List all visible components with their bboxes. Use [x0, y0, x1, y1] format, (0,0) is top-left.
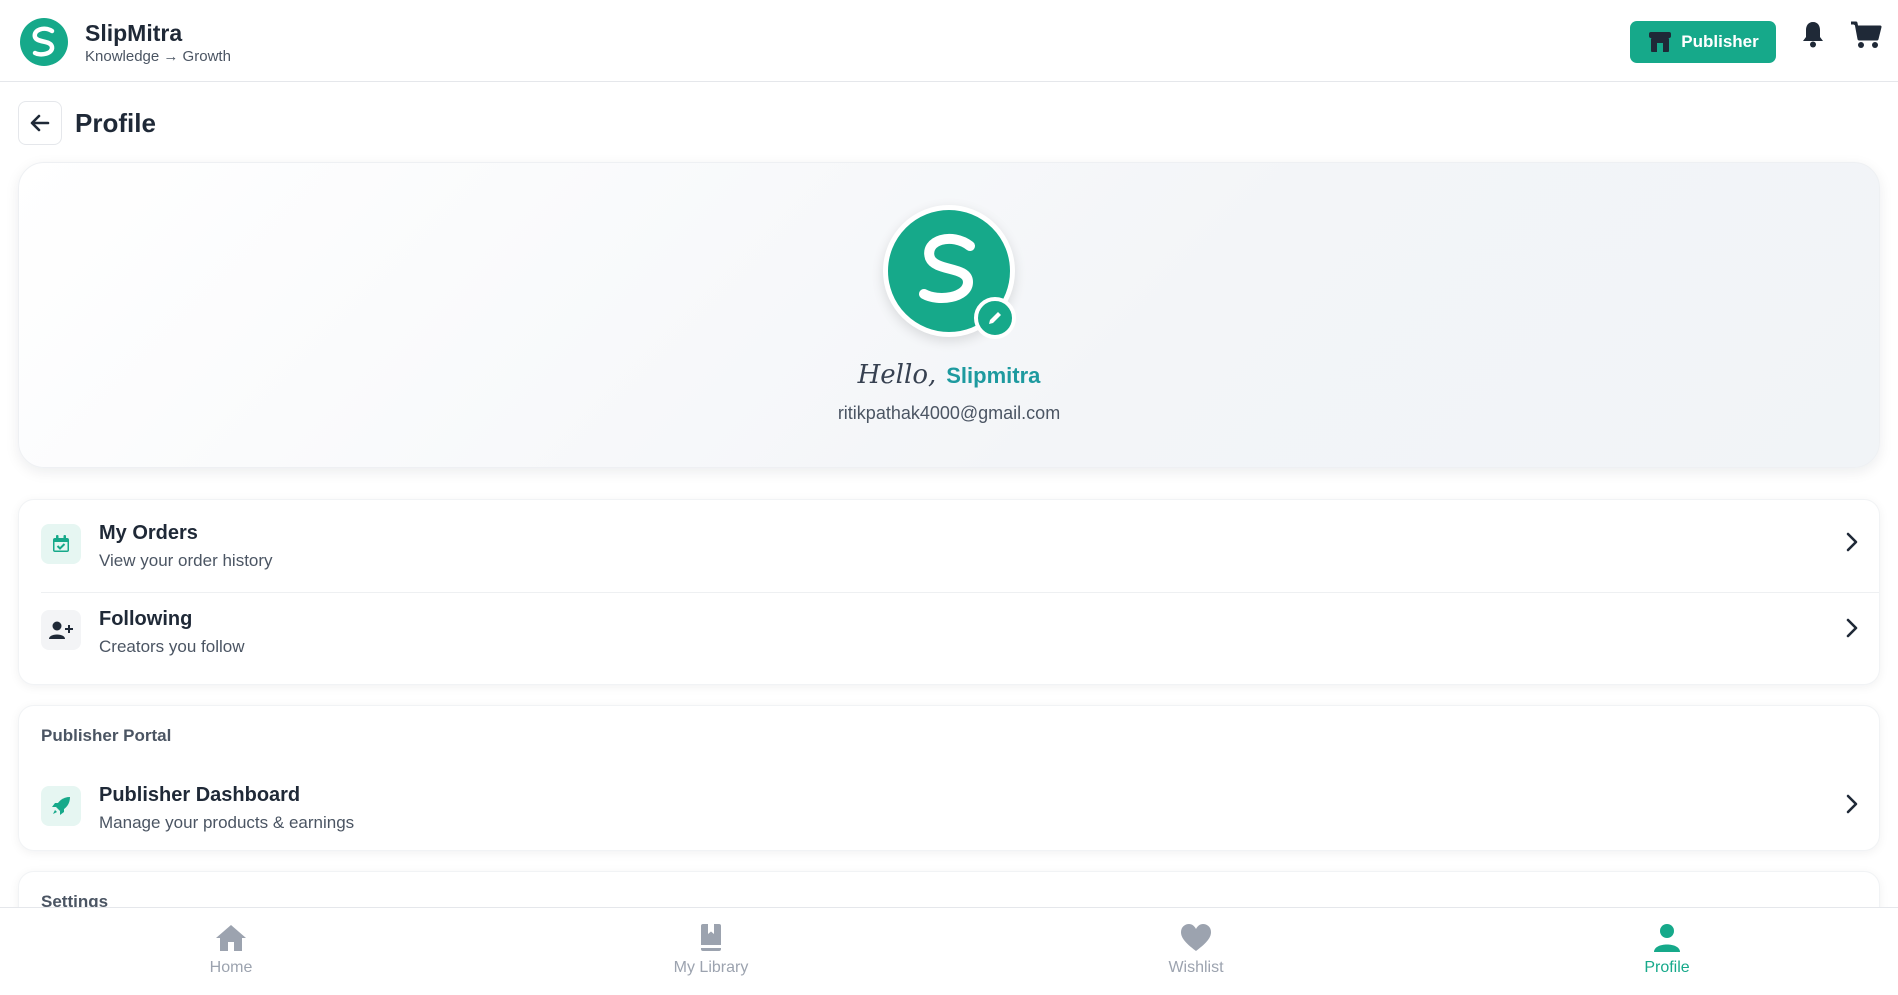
- brand-tagline: Knowledge → Growth: [85, 48, 231, 65]
- greeting: Hello, Slipmitra: [0, 360, 1898, 390]
- cart-icon[interactable]: [1850, 20, 1882, 50]
- user-icon: [1654, 924, 1680, 952]
- publisher-dashboard-row[interactable]: Publisher Dashboard Manage your products…: [19, 762, 1879, 848]
- user-plus-icon: [41, 610, 81, 650]
- nav-home-label: Home: [209, 959, 253, 976]
- heart-icon: [1181, 924, 1211, 951]
- publisher-button-label: Publisher: [1681, 32, 1759, 51]
- nav-wishlist[interactable]: Wishlist: [1136, 908, 1256, 995]
- chevron-right-icon: [1846, 532, 1858, 552]
- book-icon: [701, 924, 721, 951]
- publisher-portal-card: Publisher Portal Publisher Dashboard Man…: [18, 705, 1880, 851]
- publisher-dashboard-title: Publisher Dashboard: [99, 784, 301, 806]
- calendar-check-icon: [41, 524, 81, 564]
- my-orders-title: My Orders: [99, 522, 198, 544]
- nav-my-library[interactable]: My Library: [651, 908, 771, 995]
- back-button[interactable]: [18, 101, 62, 145]
- user-email: ritikpathak4000@gmail.com: [837, 403, 1061, 423]
- publisher-portal-label: Publisher Portal: [41, 726, 172, 745]
- arrow-left-icon: [30, 114, 50, 132]
- page-title: Profile: [75, 108, 156, 138]
- rocket-icon: [41, 786, 81, 826]
- bell-icon[interactable]: [1800, 20, 1826, 48]
- nav-profile-label: Profile: [1644, 959, 1690, 976]
- top-header: SlipMitra Knowledge → Growth Publisher: [0, 0, 1898, 82]
- home-icon: [216, 925, 246, 951]
- publisher-button[interactable]: Publisher: [1630, 21, 1776, 63]
- store-icon: [1649, 32, 1672, 52]
- hello-text: Hello,: [857, 360, 937, 390]
- username: Slipmitra: [946, 363, 1041, 388]
- nav-wishlist-label: Wishlist: [1168, 959, 1224, 976]
- following-title: Following: [99, 608, 193, 630]
- account-menu-card: My Orders View your order history Follow…: [18, 499, 1880, 685]
- nav-profile[interactable]: Profile: [1607, 908, 1727, 995]
- nav-home[interactable]: Home: [171, 908, 291, 995]
- brand-name: SlipMitra: [85, 20, 183, 46]
- bottom-nav: Home My Library Wishlist Profile: [0, 907, 1898, 995]
- publisher-dashboard-subtitle: Manage your products & earnings: [99, 813, 355, 832]
- brand-logo-icon[interactable]: [20, 18, 68, 66]
- pencil-icon: [989, 312, 1001, 324]
- edit-avatar-button[interactable]: [974, 297, 1016, 339]
- my-orders-subtitle: View your order history: [99, 551, 273, 570]
- chevron-right-icon: [1846, 794, 1858, 814]
- chevron-right-icon: [1846, 618, 1858, 638]
- following-row[interactable]: Following Creators you follow: [19, 586, 1879, 672]
- my-orders-row[interactable]: My Orders View your order history: [19, 500, 1879, 586]
- nav-my-library-label: My Library: [673, 959, 749, 976]
- following-subtitle: Creators you follow: [99, 637, 245, 656]
